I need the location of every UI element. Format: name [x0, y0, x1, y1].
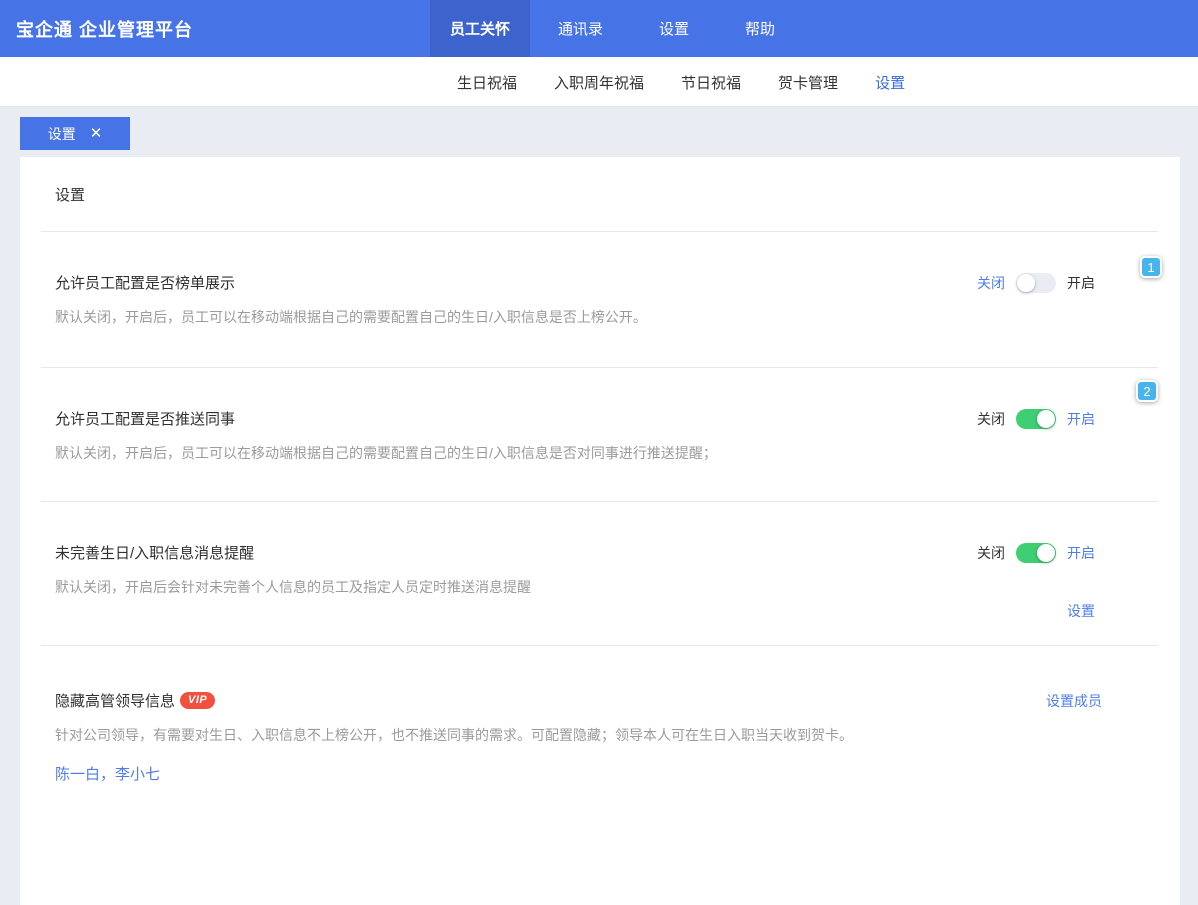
reminder-settings-link[interactable]: 设置: [1067, 601, 1095, 621]
setting-row-leaderboard-display: 允许员工配置是否榜单展示 关闭 开启 默认关闭，开启后，员工可以在移动端根据自己…: [20, 232, 1180, 368]
header-tab-contacts[interactable]: 通讯录: [530, 0, 631, 57]
header-tab-settings[interactable]: 设置: [631, 0, 717, 57]
off-label[interactable]: 关闭: [977, 543, 1005, 563]
annotation-marker-1: 1: [1140, 256, 1162, 278]
toggle-group-leaderboard: 关闭 开启: [977, 272, 1095, 293]
settings-panel: 设置 允许员工配置是否榜单展示 关闭 开启 默认关闭，开启后，员工可以在移动端根…: [20, 157, 1180, 905]
subnav-item-card-management[interactable]: 贺卡管理: [778, 72, 838, 93]
setting-title-text: 隐藏高管领导信息: [55, 693, 176, 710]
switch-knob: [1017, 273, 1035, 292]
setting-title: 允许员工配置是否推送同事: [55, 411, 236, 428]
setting-title: 未完善生日/入职信息消息提醒: [55, 545, 255, 562]
subnav-item-holiday-wishes[interactable]: 节日祝福: [681, 72, 741, 93]
toggle-switch-reminder[interactable]: [1016, 542, 1056, 563]
top-header: 宝企通 企业管理平台 员工关怀 通讯录 设置 帮助: [0, 0, 1198, 57]
setting-row-hide-executive-info: 隐藏高管领导信息 VIP 设置成员 针对公司领导，有需要对生日、入职信息不上榜公…: [20, 646, 1180, 784]
secondary-nav-items: 生日祝福 入职周年祝福 节日祝福 贺卡管理 设置: [457, 57, 905, 107]
switch-knob: [1037, 409, 1055, 428]
setting-row-incomplete-info-reminder: 未完善生日/入职信息消息提醒 关闭 开启 默认关闭，开启后会针对未完善个人信息的…: [20, 502, 1180, 646]
setting-description: 默认关闭，开启后，员工可以在移动端根据自己的需要配置自己的生日/入职信息是否对同…: [55, 445, 717, 461]
annotation-marker-2: 2: [1136, 380, 1158, 402]
toggle-switch-leaderboard[interactable]: [1016, 272, 1056, 293]
on-label[interactable]: 开启: [1067, 273, 1095, 293]
secondary-nav: 生日祝福 入职周年祝福 节日祝福 贺卡管理 设置: [0, 57, 1198, 107]
hidden-members-list[interactable]: 陈一白，李小七: [20, 745, 1180, 784]
off-label[interactable]: 关闭: [977, 273, 1005, 293]
setting-description: 默认关闭，开启后会针对未完善个人信息的员工及指定人员定时推送消息提醒: [55, 579, 531, 595]
app-title: 宝企通 企业管理平台: [16, 19, 194, 40]
off-label[interactable]: 关闭: [977, 409, 1005, 429]
on-label[interactable]: 开启: [1067, 409, 1095, 429]
header-tab-employee-care[interactable]: 员工关怀: [430, 0, 531, 57]
on-label[interactable]: 开启: [1067, 543, 1095, 563]
subnav-item-birthday-wishes[interactable]: 生日祝福: [457, 72, 517, 93]
set-members-link[interactable]: 设置成员: [1046, 691, 1102, 711]
subnav-item-settings[interactable]: 设置: [875, 72, 905, 93]
setting-description: 默认关闭，开启后，员工可以在移动端根据自己的需要配置自己的生日/入职信息是否上榜…: [55, 309, 647, 325]
setting-title: 允许员工配置是否榜单展示: [55, 275, 236, 292]
toggle-group-reminder: 关闭 开启: [977, 542, 1095, 563]
vip-badge: VIP: [180, 691, 216, 710]
toggle-group-push: 关闭 开启: [977, 408, 1095, 429]
panel-heading: 设置: [55, 187, 86, 204]
toggle-switch-push[interactable]: [1016, 408, 1056, 429]
header-tab-help[interactable]: 帮助: [717, 0, 803, 57]
subnav-item-anniversary-wishes[interactable]: 入职周年祝福: [554, 72, 644, 93]
setting-description: 针对公司领导，有需要对生日、入职信息不上榜公开，也不推送同事的需求。可配置隐藏；…: [55, 727, 853, 743]
close-icon[interactable]: ✕: [90, 126, 103, 141]
setting-row-push-colleagues: 允许员工配置是否推送同事 关闭 开启 默认关闭，开启后，员工可以在移动端根据自己…: [20, 368, 1180, 502]
setting-title: 隐藏高管领导信息 VIP: [55, 690, 216, 711]
header-tabs: 员工关怀 通讯录 设置 帮助: [430, 0, 803, 57]
settings-tab-chip-label: 设置: [47, 125, 76, 142]
switch-knob: [1037, 543, 1055, 562]
settings-tab-chip[interactable]: 设置 ✕: [20, 117, 130, 150]
